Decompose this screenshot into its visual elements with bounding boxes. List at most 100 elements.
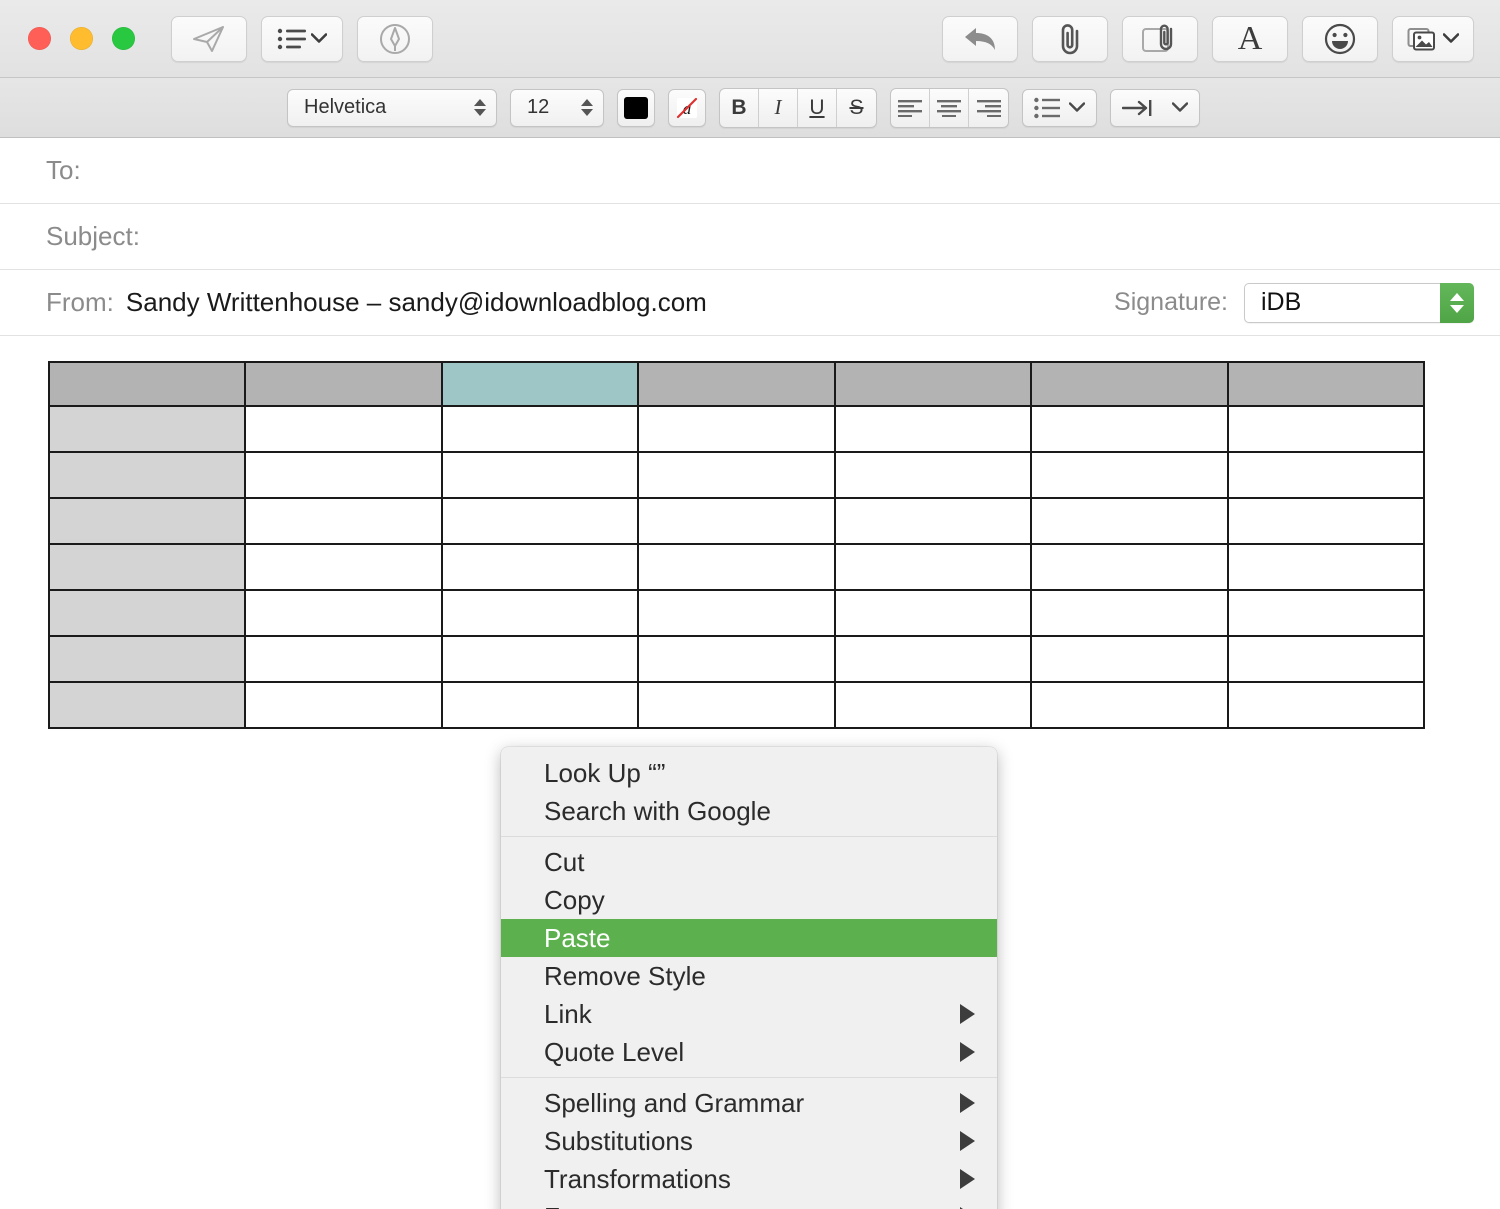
from-value[interactable]: Sandy Writtenhouse – sandy@idownloadblog… [126,287,707,318]
font-size-select[interactable]: 12 [510,88,604,127]
table-header-cell[interactable] [47,361,247,407]
table-cell[interactable] [833,543,1033,591]
table-cell[interactable] [637,681,836,729]
table-cell[interactable] [244,451,443,499]
table-cell[interactable] [47,405,247,453]
table-cell[interactable] [440,405,640,453]
reply-button[interactable] [942,15,1018,62]
table-cell[interactable] [440,589,640,637]
table-cell[interactable] [1030,405,1229,453]
text-color-button[interactable] [617,88,655,127]
menu-item-font[interactable]: Font [501,1198,997,1209]
table-header-cell[interactable] [833,361,1033,407]
table-header-cell[interactable] [637,361,836,407]
italic-button[interactable]: I [759,88,798,127]
table-cell[interactable] [440,497,640,545]
table-cell[interactable] [1030,589,1229,637]
inserted-table[interactable] [47,361,1426,729]
align-left-button[interactable] [891,88,930,127]
menu-item-quote-level[interactable]: Quote Level [501,1033,997,1071]
menu-item-paste[interactable]: Paste [501,919,997,957]
table-cell[interactable] [1226,635,1426,683]
attach-document-button[interactable] [1122,15,1198,62]
table-cell[interactable] [637,497,836,545]
attach-button[interactable] [1032,15,1108,62]
table-cell[interactable] [1030,497,1229,545]
menu-item-copy[interactable]: Copy [501,881,997,919]
photo-browser-button[interactable] [1392,15,1474,62]
table-cell[interactable] [637,589,836,637]
table-header-cell[interactable] [1226,361,1426,407]
menu-item-transformations[interactable]: Transformations [501,1160,997,1198]
table-header-cell[interactable] [1030,361,1229,407]
table-cell[interactable] [1226,497,1426,545]
subject-field-row[interactable]: Subject: [0,204,1500,270]
table-cell[interactable] [833,635,1033,683]
table-cell[interactable] [1030,451,1229,499]
table-cell[interactable] [1226,589,1426,637]
send-button[interactable] [171,15,247,62]
minimize-button[interactable] [70,27,93,50]
table-header-cell-selected[interactable] [440,361,640,407]
menu-item-search-with-google[interactable]: Search with Google [501,792,997,830]
table-cell[interactable] [440,635,640,683]
table-cell[interactable] [244,543,443,591]
table-cell[interactable] [244,497,443,545]
menu-item-remove-style[interactable]: Remove Style [501,957,997,995]
signature-stepper-icon[interactable] [1440,282,1474,323]
strikethrough-button[interactable]: S [837,89,876,127]
table-cell[interactable] [637,543,836,591]
table-cell[interactable] [833,589,1033,637]
remove-style-button[interactable]: a [668,88,706,127]
table-cell[interactable] [1030,635,1229,683]
table-cell[interactable] [1030,681,1229,729]
table-cell[interactable] [833,405,1033,453]
table-cell[interactable] [440,543,640,591]
menu-item-spelling-and-grammar[interactable]: Spelling and Grammar [501,1084,997,1122]
bold-button[interactable]: B [720,88,759,127]
table-cell[interactable] [47,635,247,683]
indent-button[interactable] [1110,88,1200,127]
signature-select[interactable]: iDB [1244,282,1474,323]
table-cell[interactable] [833,497,1033,545]
table-cell[interactable] [1226,451,1426,499]
align-center-button[interactable] [930,88,969,127]
to-field-row[interactable]: To: [0,138,1500,204]
table-cell[interactable] [47,681,247,729]
table-cell[interactable] [47,543,247,591]
table-cell[interactable] [637,405,836,453]
table-cell[interactable] [440,681,640,729]
table-cell[interactable] [244,681,443,729]
zoom-button[interactable] [112,27,135,50]
table-cell[interactable] [1226,543,1426,591]
markup-button[interactable] [357,15,433,62]
align-right-button[interactable] [969,89,1008,127]
menu-item-link[interactable]: Link [501,995,997,1033]
table-cell[interactable] [244,405,443,453]
header-fields-button[interactable] [261,15,343,62]
message-body[interactable]: Look Up “” Search with Google Cut Copy Paste… [0,336,1500,1209]
underline-button[interactable]: U [798,88,837,127]
table-cell[interactable] [47,451,247,499]
table-cell[interactable] [637,635,836,683]
table-cell[interactable] [244,635,443,683]
table-header-cell[interactable] [244,361,443,407]
table-cell[interactable] [833,451,1033,499]
list-style-button[interactable] [1022,88,1097,127]
table-cell[interactable] [47,497,247,545]
table-cell[interactable] [1030,543,1229,591]
emoji-button[interactable] [1302,15,1378,62]
table-cell[interactable] [1226,405,1426,453]
table-cell[interactable] [440,451,640,499]
table-cell[interactable] [47,589,247,637]
table-cell[interactable] [637,451,836,499]
close-button[interactable] [28,27,51,50]
menu-item-substitutions[interactable]: Substitutions [501,1122,997,1160]
font-family-select[interactable]: Helvetica [287,88,497,127]
table-cell[interactable] [244,589,443,637]
format-button[interactable]: A [1212,15,1288,62]
menu-item-look-up[interactable]: Look Up “” [501,754,997,792]
table-cell[interactable] [833,681,1033,729]
menu-item-cut[interactable]: Cut [501,843,997,881]
table-cell[interactable] [1226,681,1426,729]
